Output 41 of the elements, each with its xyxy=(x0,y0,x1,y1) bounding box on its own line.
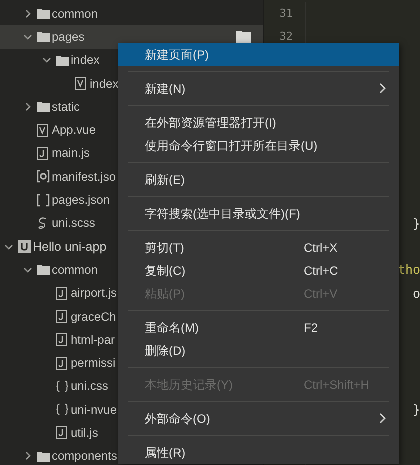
menu-label: 刷新(E) xyxy=(145,172,186,188)
file-name: main.js xyxy=(52,146,90,160)
line-number: 31 xyxy=(280,7,293,20)
code-text: } xyxy=(413,402,420,418)
code-text: } xyxy=(413,216,420,231)
file-name: uni.scss xyxy=(52,216,96,230)
menu-label: 重命名(M) xyxy=(145,320,200,336)
file-name: index xyxy=(90,76,119,91)
file-name: airport.js xyxy=(71,286,118,300)
menu-label: 新建(N) xyxy=(145,80,187,96)
shortcut-text: F2 xyxy=(304,320,318,334)
file-name: components xyxy=(52,449,118,464)
file-name: common xyxy=(52,262,98,277)
file-name: graceCh xyxy=(71,310,116,324)
file-name: util.js xyxy=(71,426,98,440)
file-name: index xyxy=(71,53,100,68)
menu-label: 在外部资源管理器打开(I) xyxy=(145,114,278,130)
menu-label: 外部命令(O) xyxy=(145,410,212,426)
menu-label: 属性(R) xyxy=(145,444,187,460)
menu-label: 字符搜索(选中目录或文件)(F) xyxy=(145,206,302,222)
shortcut-text: Ctrl+X xyxy=(304,240,338,254)
file-name: common xyxy=(52,6,98,21)
file-name: html-par xyxy=(71,332,116,347)
project-name: Hello uni-app xyxy=(33,240,107,254)
menu-label: 复制(C) xyxy=(145,262,187,278)
menu-label: 新建页面(P) xyxy=(145,46,210,62)
file-name: uni.css xyxy=(71,379,108,394)
menu-label: 剪切(T) xyxy=(145,240,186,256)
file-name: App.vue xyxy=(52,123,96,138)
file-name: static xyxy=(52,100,80,114)
code-text: tho xyxy=(398,262,420,278)
file-name: uni-nvue xyxy=(71,402,118,417)
menu-label: 删除(D) xyxy=(145,342,187,358)
file-name: pages xyxy=(52,30,85,44)
file-name: pages.json xyxy=(52,193,110,208)
code-text: o xyxy=(413,286,420,301)
line-number: 32 xyxy=(280,30,293,44)
menu-label: 使用命令行窗口打开所在目录(U) xyxy=(145,138,318,154)
file-name: manifest.jso xyxy=(52,170,116,184)
shortcut-text: Ctrl+C xyxy=(304,264,338,278)
file-name: permissi xyxy=(71,356,116,370)
